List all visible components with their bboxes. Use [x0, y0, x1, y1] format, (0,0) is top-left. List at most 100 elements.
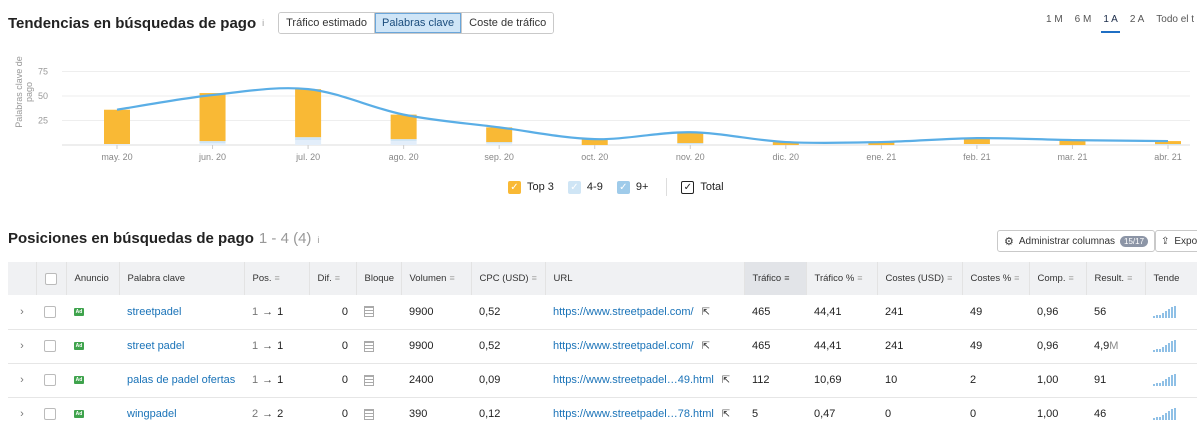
expand-chevron-icon[interactable]: ›	[8, 397, 36, 423]
table-row[interactable]: › Ad streetpadel 1 → 1 0 9900 0,52 https:/…	[8, 295, 1197, 330]
table-row[interactable]: › Ad street padel 1 → 1 0 9900 0,52 https:…	[8, 329, 1197, 364]
sparkline-bar	[1165, 379, 1167, 387]
sparkline-bar	[1171, 375, 1173, 387]
tab-paid-keywords[interactable]: Palabras clave	[375, 13, 463, 33]
period-1y[interactable]: 1 A	[1097, 14, 1123, 34]
bar-4-9	[390, 139, 417, 142]
row-select[interactable]	[36, 363, 66, 398]
table-row[interactable]: › Ad palas de padel ofertas 1 → 1 0 2400 0…	[8, 363, 1197, 398]
header-keyword[interactable]: Palabra clave	[119, 262, 245, 295]
results-value: 46	[1094, 408, 1107, 420]
row-select[interactable]	[36, 295, 66, 330]
keyword-link[interactable]: wingpadel	[119, 397, 244, 423]
header-costs-pct[interactable]: Costes % ≡	[962, 262, 1030, 295]
period-1m[interactable]: 1 M	[1040, 14, 1069, 34]
info-icon[interactable]: i	[317, 235, 319, 245]
sparkline-bar	[1159, 349, 1161, 353]
expand-chevron-icon[interactable]: ›	[8, 295, 36, 330]
header-results[interactable]: Result. ≡	[1086, 262, 1146, 295]
cpc-cell: 0,52	[471, 295, 545, 330]
trends-title: Tendencias en búsquedas de pago	[8, 14, 257, 32]
bar-9plus	[104, 144, 130, 145]
sparkline-bar	[1162, 415, 1164, 421]
positions-header: Posiciones en búsquedas de pago 1 - 4 (4…	[8, 230, 319, 247]
header-label: Costes %	[970, 273, 1012, 284]
external-link-icon[interactable]: ⇱	[702, 341, 710, 352]
header-label: Result.	[1094, 273, 1125, 284]
ad-cell: Ad	[66, 397, 119, 423]
header-cpc[interactable]: CPC (USD) ≡	[471, 262, 546, 295]
info-icon[interactable]: i	[262, 18, 264, 28]
tab-estimated-traffic[interactable]: Tráfico estimado	[279, 13, 376, 33]
url-cell: https://www.streetpadel.com/ ⇱	[545, 295, 744, 330]
sparkline-bar	[1156, 349, 1158, 353]
period-6m[interactable]: 6 M	[1069, 14, 1098, 34]
x-tick-label: jul. 20	[295, 152, 320, 162]
cpc-cell: 0,09	[471, 363, 545, 398]
period-all[interactable]: Todo el t	[1150, 14, 1197, 34]
sparkline-bar	[1165, 413, 1167, 421]
header-traffic-pct[interactable]: Tráfico % ≡	[806, 262, 878, 295]
checkbox[interactable]	[44, 408, 56, 421]
volume-cell: 9900	[401, 295, 471, 330]
table-row[interactable]: › Ad wingpadel 2 → 2 0 390 0,12 https://ww…	[8, 397, 1197, 423]
checkbox[interactable]	[44, 305, 56, 318]
header-difference[interactable]: Dif. ≡	[309, 262, 357, 295]
url-link[interactable]: https://www.streetpadel.com/	[553, 306, 694, 318]
external-link-icon[interactable]: ⇱	[722, 375, 730, 386]
export-button[interactable]: ⇪ Expo	[1155, 230, 1197, 252]
legend-top3[interactable]: ✓ Top 3	[508, 180, 554, 194]
external-link-icon[interactable]: ⇱	[722, 409, 730, 420]
expand-chevron-icon[interactable]: ›	[8, 363, 36, 398]
sparkline-bar	[1162, 381, 1164, 387]
checkbox[interactable]	[44, 374, 56, 387]
sort-icon: ≡	[1127, 273, 1133, 283]
url-link[interactable]: https://www.streetpadel…78.html	[553, 408, 714, 420]
tab-traffic-cost[interactable]: Coste de tráfico	[462, 13, 554, 33]
bar-4-9	[486, 142, 513, 144]
legend-4-9[interactable]: ✓ 4-9	[567, 180, 603, 194]
x-tick-label: ago. 20	[389, 152, 419, 162]
checkbox[interactable]	[44, 272, 57, 285]
row-select[interactable]	[36, 397, 66, 423]
header-position[interactable]: Pos. ≡	[244, 262, 310, 295]
bar-4-9	[677, 143, 704, 145]
keyword-link[interactable]: palas de padel ofertas	[119, 363, 244, 398]
ad-cell: Ad	[66, 295, 119, 330]
header-costs[interactable]: Costes (USD) ≡	[877, 262, 963, 295]
period-2y[interactable]: 2 A	[1124, 14, 1150, 34]
table-header-row: Anuncio Palabra clave Pos. ≡ Dif. ≡ Bloque…	[8, 262, 1197, 295]
expand-chevron-icon[interactable]: ›	[8, 329, 36, 364]
url-link[interactable]: https://www.streetpadel…49.html	[553, 374, 714, 386]
ad-block-icon	[364, 374, 374, 386]
ad-icon: Ad	[74, 376, 84, 385]
legend-label: Total	[700, 181, 724, 193]
url-link[interactable]: https://www.streetpadel.com/	[553, 340, 694, 352]
legend-total[interactable]: ✓ Total	[681, 180, 724, 194]
arrow-right-icon: →	[262, 340, 274, 352]
checkbox[interactable]	[44, 340, 56, 353]
ad-icon: Ad	[74, 342, 84, 351]
x-tick-label: nov. 20	[676, 152, 705, 162]
y-axis-label: Palabras clave depago	[14, 56, 34, 128]
keyword-link[interactable]: street padel	[119, 329, 244, 364]
manage-columns-button[interactable]: ⚙ Administrar columnas 15/17	[997, 230, 1156, 252]
legend-9plus[interactable]: ✓ 9+	[616, 180, 648, 194]
legend-label: 4-9	[586, 181, 603, 193]
checkbox-checked-icon: ✓	[616, 180, 630, 194]
sparkline-bar	[1153, 315, 1155, 318]
header-competition[interactable]: Comp. ≡	[1029, 262, 1087, 295]
header-volume[interactable]: Volumen ≡	[401, 262, 472, 295]
x-tick-label: abr. 21	[1154, 152, 1182, 162]
header-traffic[interactable]: Tráfico ≡	[744, 262, 807, 295]
row-select[interactable]	[36, 329, 66, 364]
position-to: 1	[277, 305, 284, 318]
header-select-all[interactable]	[36, 262, 67, 295]
sparkline-bar	[1171, 306, 1173, 318]
manage-columns-label: Administrar columnas	[1018, 235, 1116, 247]
external-link-icon[interactable]: ⇱	[702, 307, 710, 318]
competition-cell: 1,00	[1029, 363, 1086, 398]
keyword-link[interactable]: streetpadel	[119, 295, 244, 330]
sparkline-bar	[1174, 408, 1176, 421]
header-label: Comp.	[1037, 273, 1066, 284]
